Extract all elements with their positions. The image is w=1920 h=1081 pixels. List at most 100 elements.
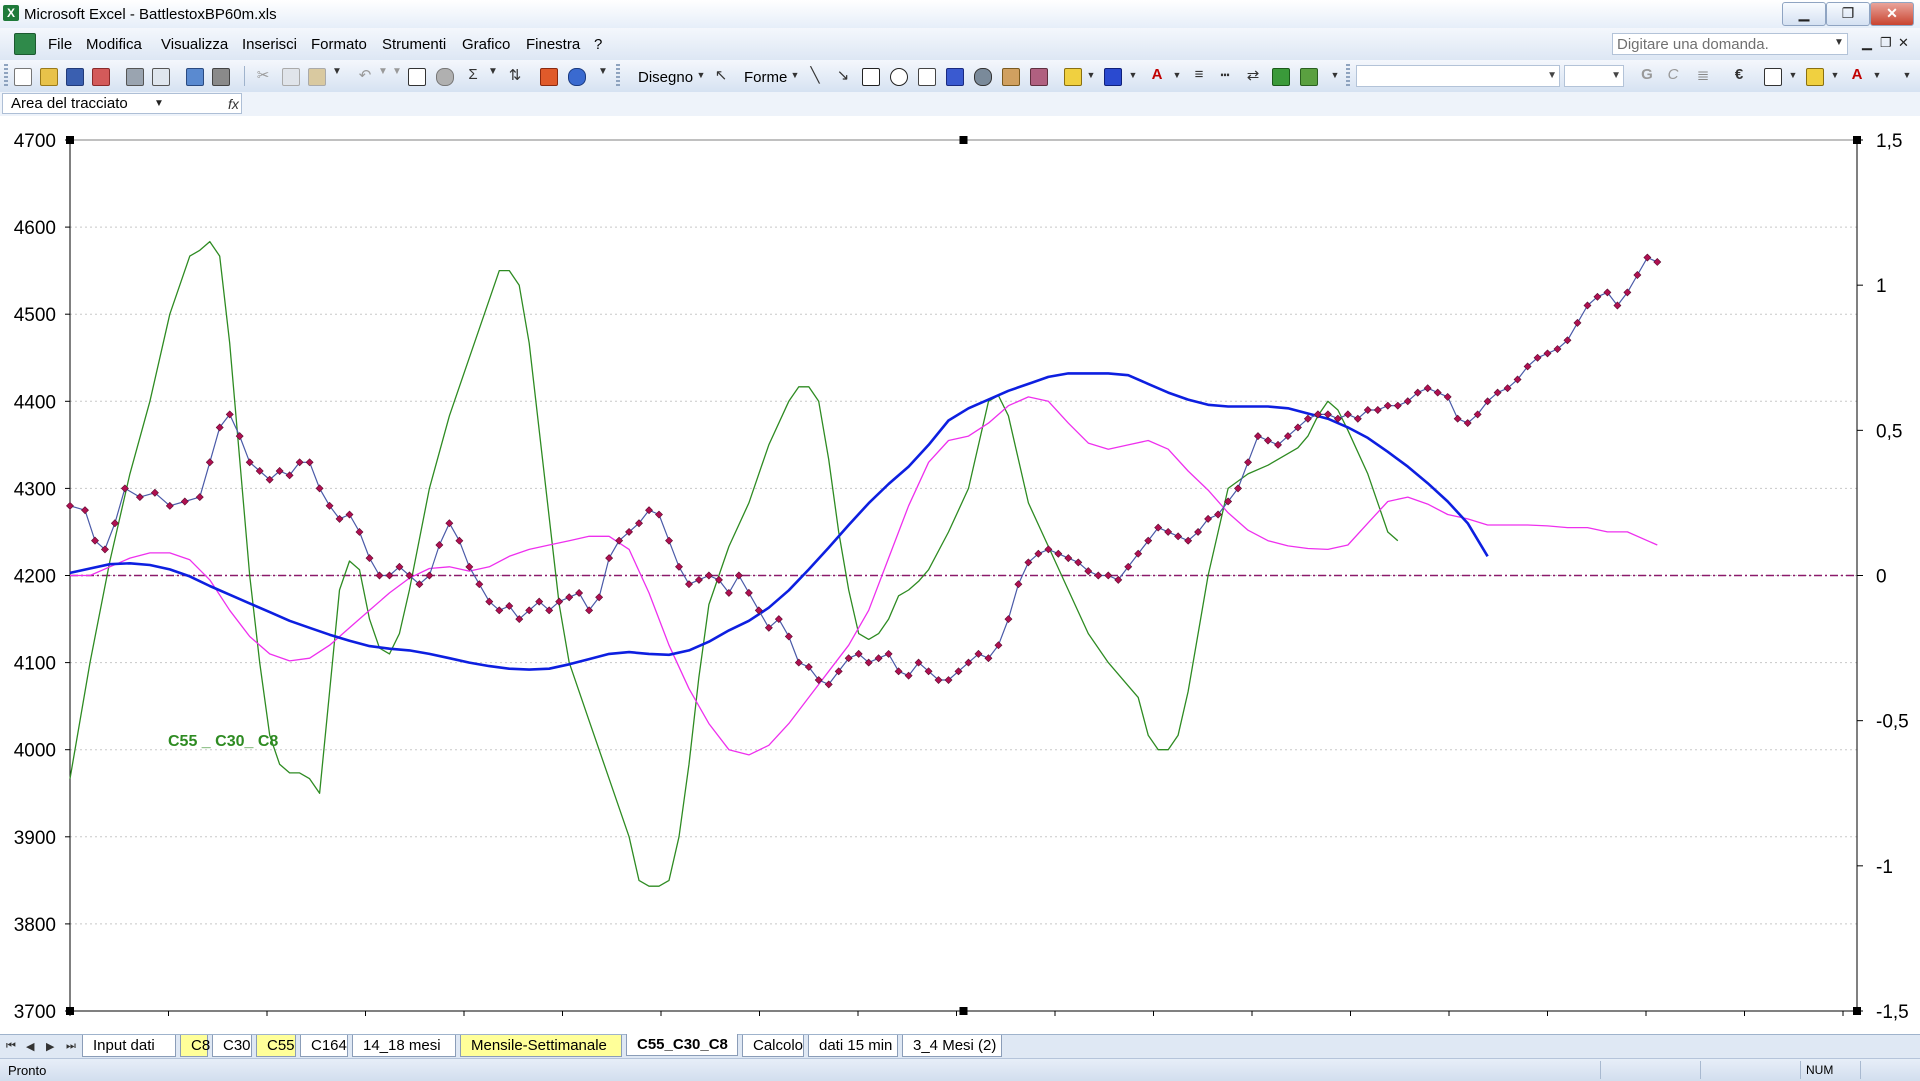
- permission-icon[interactable]: [92, 68, 110, 86]
- italic-icon[interactable]: C: [1664, 66, 1682, 83]
- sheet-tab-calcolo[interactable]: Calcolo: [742, 1035, 804, 1057]
- text-color-icon[interactable]: A: [1848, 66, 1866, 83]
- fx-icon[interactable]: fx: [228, 96, 239, 112]
- sheet-tab-14-18-mesi[interactable]: 14_18 mesi: [352, 1035, 456, 1057]
- selection-handle[interactable]: [959, 136, 968, 144]
- chart-wizard-icon[interactable]: [540, 68, 558, 86]
- sheet-tab-c164[interactable]: C164: [300, 1035, 348, 1057]
- shadow-style-icon[interactable]: [1272, 68, 1290, 86]
- save-icon[interactable]: [66, 68, 84, 86]
- 3d-style-icon[interactable]: [1300, 68, 1318, 86]
- first-sheet-icon[interactable]: ⏮: [6, 1040, 16, 1053]
- sort-icon[interactable]: ⇅: [506, 66, 524, 84]
- arrow-icon[interactable]: ↘: [834, 66, 852, 84]
- autosum-disabled-icon[interactable]: [436, 68, 454, 86]
- menu-inserisci[interactable]: Inserisci: [242, 36, 297, 53]
- close-button[interactable]: ✕: [1870, 2, 1914, 26]
- restore-button[interactable]: ❐: [1826, 2, 1870, 26]
- mdi-restore-icon[interactable]: ❐: [1880, 35, 1892, 51]
- ask-dropdown-arrow-icon[interactable]: ▼: [1834, 37, 1844, 48]
- hyperlink-icon[interactable]: [408, 68, 426, 86]
- format-toolbar-grip[interactable]: [1346, 64, 1350, 88]
- workbook-icon[interactable]: [14, 33, 36, 55]
- help-icon[interactable]: [568, 68, 586, 86]
- autosum-dropdown-icon[interactable]: ▼: [484, 66, 502, 77]
- redo-dropdown-icon[interactable]: ▼: [388, 66, 406, 77]
- align-icon[interactable]: ≣: [1694, 66, 1712, 84]
- prev-sheet-icon[interactable]: ◀: [26, 1040, 34, 1053]
- sheet-tab-dati-15-min[interactable]: dati 15 min: [808, 1035, 898, 1057]
- menu-strumenti[interactable]: Strumenti: [382, 36, 446, 53]
- oval-icon[interactable]: [890, 68, 908, 86]
- print-preview-icon[interactable]: [152, 68, 170, 86]
- diagram-icon[interactable]: [974, 68, 992, 86]
- wordart-icon[interactable]: [946, 68, 964, 86]
- new-document-icon[interactable]: [14, 68, 32, 86]
- chart-svg[interactable]: 4700 4600 4500 4400 4300 4200 4100 4000 3900 3800…: [0, 116, 1920, 1034]
- sheet-tab-c30[interactable]: C30: [212, 1035, 252, 1057]
- cut-icon[interactable]: ✂: [254, 66, 272, 84]
- paste-icon[interactable]: [308, 68, 326, 86]
- research-icon[interactable]: [212, 68, 230, 86]
- font-color-dropdown-icon[interactable]: ▼: [1168, 70, 1186, 80]
- borders-dropdown-icon[interactable]: ▼: [1784, 70, 1802, 80]
- drawing-toolbar-options-icon[interactable]: ▼: [1326, 70, 1344, 80]
- open-folder-icon[interactable]: [40, 68, 58, 86]
- selection-handle[interactable]: [959, 1007, 968, 1015]
- sheet-tab-input-dati[interactable]: Input dati: [82, 1035, 176, 1057]
- highlight-dropdown-icon[interactable]: ▼: [1826, 70, 1844, 80]
- line-color-icon[interactable]: [1104, 68, 1122, 86]
- line-color-dropdown-icon[interactable]: ▼: [1124, 70, 1142, 80]
- select-pointer-icon[interactable]: ↖: [712, 66, 730, 84]
- menu-finestra[interactable]: Finestra: [526, 36, 580, 53]
- sheet-tab-mensile-settimanale[interactable]: Mensile-Settimanale: [460, 1035, 622, 1057]
- forme-menu[interactable]: Forme: [744, 69, 787, 86]
- mdi-close-icon[interactable]: ✕: [1898, 35, 1909, 51]
- borders-icon[interactable]: [1764, 68, 1782, 86]
- sheet-tab-c55[interactable]: C55: [256, 1035, 296, 1057]
- sheet-tab-c8[interactable]: C8: [180, 1035, 210, 1057]
- font-name-combo[interactable]: ▼: [1356, 65, 1560, 87]
- menu-help[interactable]: ?: [594, 36, 602, 53]
- rectangle-icon[interactable]: [862, 68, 880, 86]
- spelling-icon[interactable]: [186, 68, 204, 86]
- ask-question-input[interactable]: Digitare una domanda.: [1612, 33, 1848, 55]
- menu-visualizza[interactable]: Visualizza: [161, 36, 228, 53]
- sheet-tab-3-4-mesi-2-[interactable]: 3_4 Mesi (2): [902, 1035, 1002, 1057]
- arrow-style-icon[interactable]: ⇄: [1244, 66, 1262, 84]
- line-style-icon[interactable]: ≡: [1190, 66, 1208, 83]
- drawing-toolbar-grip[interactable]: [616, 64, 620, 88]
- text-box-icon[interactable]: [918, 68, 936, 86]
- disegno-dropdown-icon[interactable]: ▼: [692, 70, 710, 80]
- format-toolbar-options-icon[interactable]: ▼: [1898, 70, 1916, 80]
- name-box[interactable]: Area del tracciato: [2, 93, 242, 114]
- name-box-dropdown-icon[interactable]: ▼: [154, 98, 164, 109]
- insert-picture-icon[interactable]: [1030, 68, 1048, 86]
- forme-dropdown-icon[interactable]: ▼: [786, 70, 804, 80]
- autosum-icon[interactable]: Σ: [464, 66, 482, 83]
- undo-icon[interactable]: ↶: [356, 66, 374, 84]
- toolbar-grip[interactable]: [4, 64, 8, 88]
- font-color-icon[interactable]: A: [1148, 66, 1166, 83]
- menu-grafico[interactable]: Grafico: [462, 36, 510, 53]
- font-name-dropdown-icon[interactable]: ▼: [1547, 70, 1557, 81]
- paste-dropdown-icon[interactable]: ▼: [328, 66, 346, 77]
- next-sheet-icon[interactable]: ▶: [46, 1040, 54, 1053]
- excel-icon[interactable]: X: [3, 5, 19, 21]
- dash-style-icon[interactable]: ┅: [1216, 66, 1234, 84]
- copy-icon[interactable]: [282, 68, 300, 86]
- minimize-button[interactable]: ▁: [1782, 2, 1826, 26]
- menu-formato[interactable]: Formato: [311, 36, 367, 53]
- font-size-combo[interactable]: ▼: [1564, 65, 1624, 87]
- last-sheet-icon[interactable]: ⏭: [66, 1040, 76, 1053]
- fill-color-icon[interactable]: [1064, 68, 1082, 86]
- menu-modifica[interactable]: Modifica: [86, 36, 142, 53]
- disegno-menu[interactable]: Disegno: [638, 69, 693, 86]
- text-color-dropdown-icon[interactable]: ▼: [1868, 70, 1886, 80]
- highlight-color-icon[interactable]: [1806, 68, 1824, 86]
- euro-icon[interactable]: €: [1730, 66, 1748, 83]
- print-icon[interactable]: [126, 68, 144, 86]
- toolbar-options-icon[interactable]: ▼: [594, 66, 612, 77]
- sheet-tab-c55-c30-c8[interactable]: C55_C30_C8: [626, 1034, 738, 1056]
- chart-area[interactable]: 4700 4600 4500 4400 4300 4200 4100 4000 3900 3800…: [0, 116, 1920, 1034]
